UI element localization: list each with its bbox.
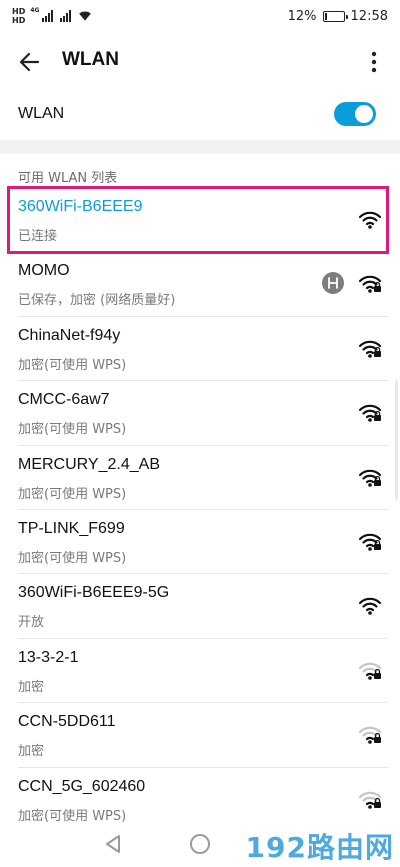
network-item[interactable]: MOMO 已保存，加密 (网络质量好) (0, 252, 400, 317)
network-name: 13-3-2-1 (18, 648, 79, 666)
wifi-locked-icon (358, 339, 382, 359)
arrow-left-icon[interactable] (16, 48, 44, 76)
network-name: CCN-5DD611 (18, 713, 116, 731)
network-item[interactable]: CMCC-6aw7 加密(可使用 WPS) (0, 381, 400, 446)
network-status: 已保存，加密 (网络质量好) (18, 293, 176, 309)
network-item[interactable]: MERCURY_2.4_AB 加密(可使用 WPS) (0, 446, 400, 510)
network-name: MERCURY_2.4_AB (18, 455, 160, 473)
net-type-label: 4G (30, 6, 40, 14)
network-name: 360WiFi-B6EEE9-5G (18, 584, 170, 602)
navigation-bar: 192路由网 (0, 822, 400, 867)
circle-home-icon[interactable] (190, 834, 210, 854)
wifi-locked-icon (358, 532, 382, 552)
network-item[interactable]: TP-LINK_F699 加密(可使用 WPS) (0, 510, 400, 575)
network-status: 开放 (18, 615, 45, 631)
wifi-locked-icon (358, 661, 382, 681)
more-vertical-icon[interactable] (362, 48, 386, 76)
wifi-icon (358, 596, 382, 616)
hd-bottom-label: HD (12, 16, 26, 25)
wifi-locked-icon (358, 403, 382, 423)
network-name: CCN_5G_602460 (18, 777, 146, 795)
network-status: 加密(可使用 WPS) (18, 422, 127, 438)
hotspot-badge-icon (322, 272, 344, 295)
wifi-locked-icon (358, 468, 382, 488)
network-status: 加密(可使用 WPS) (18, 486, 127, 502)
wifi-locked-icon (358, 790, 382, 810)
network-item[interactable]: 360WiFi-B6EEE9 已连接 (0, 188, 400, 253)
network-name: ChinaNet-f94y (18, 326, 121, 344)
signal-bars-2-icon (60, 10, 72, 22)
page-title: WLAN (62, 49, 119, 70)
status-right: 12% 12:58 (288, 9, 388, 24)
battery-percent: 12% (287, 9, 317, 24)
network-status: 加密 (18, 679, 45, 695)
network-list: 360WiFi-B6EEE9 已连接 MOMO 已保存，加密 (网络质量好) China… (0, 188, 400, 832)
network-status: 加密 (18, 744, 45, 760)
network-name: TP-LINK_F699 (18, 519, 125, 537)
switch-knob (355, 105, 373, 123)
network-status: 加密(可使用 WPS) (18, 550, 127, 566)
network-name: 360WiFi-B6EEE9 (18, 198, 143, 215)
wifi-icon (358, 210, 382, 230)
hd-top-label: HD (12, 7, 26, 16)
wlan-toggle-label: WLAN (18, 105, 65, 122)
network-name: MOMO (18, 262, 70, 280)
scrollbar[interactable] (395, 380, 398, 500)
status-left: HD HD 4G (12, 7, 92, 25)
network-item[interactable]: 13-3-2-1 加密 (0, 639, 400, 704)
status-bar: HD HD 4G 12% 12:58 (0, 0, 400, 36)
battery-icon (322, 11, 348, 22)
wifi-locked-icon (358, 725, 382, 745)
network-name: CMCC-6aw7 (18, 391, 110, 409)
network-status: 已连接 (18, 229, 58, 244)
wifi-status-icon (79, 11, 92, 21)
signal-bars-icon (42, 10, 54, 22)
network-status: 加密(可使用 WPS) (18, 357, 127, 373)
wlan-toggle-row[interactable]: WLAN (0, 88, 400, 140)
network-item[interactable]: CCN-5DD611 加密 (0, 703, 400, 768)
available-networks-label: 可用 WLAN 列表 (18, 171, 118, 186)
section-divider (0, 140, 400, 154)
wlan-switch[interactable] (334, 102, 376, 126)
clock: 12:58 (350, 9, 388, 24)
triangle-back-icon[interactable] (104, 834, 122, 854)
wifi-locked-icon (358, 274, 382, 294)
network-status: 加密(可使用 WPS) (18, 808, 127, 824)
watermark-logo: 192路由网 (245, 831, 394, 864)
network-item[interactable]: ChinaNet-f94y 加密(可使用 WPS) (0, 317, 400, 382)
app-header: WLAN (0, 36, 400, 88)
network-item[interactable]: 360WiFi-B6EEE9-5G 开放 (0, 574, 400, 639)
hd-indicator: HD HD (12, 7, 25, 25)
